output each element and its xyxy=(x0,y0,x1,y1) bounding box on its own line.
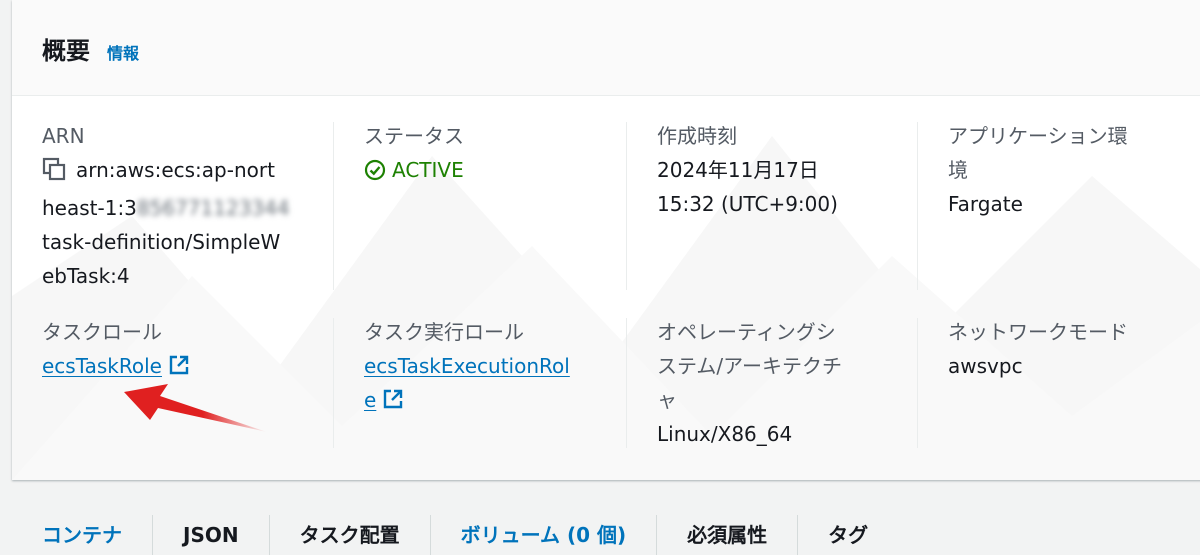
app-environment-label-1: アプリケーション環 xyxy=(948,124,1128,148)
app-environment-label-2: 境 xyxy=(948,158,968,182)
panel-title: 概要 xyxy=(42,37,90,65)
arn-label: ARN xyxy=(42,124,85,148)
task-execution-role-field: タスク実行ロール ecsTaskExecutionRol e xyxy=(364,315,614,420)
created-time-field: 作成時刻 2024年11月17日 15:32 (UTC+9:00) xyxy=(657,119,907,221)
panel-header: 概要 情報 xyxy=(12,0,1200,96)
column-divider xyxy=(333,318,334,448)
status-value: ACTIVE xyxy=(392,158,464,182)
detail-tabs: コンテナ JSON タスク配置 ボリューム (0 個) 必須属性 タグ xyxy=(12,515,1200,555)
os-architecture-label-3: ャ xyxy=(657,388,677,412)
tab-tags[interactable]: タグ xyxy=(798,515,898,555)
copy-icon[interactable] xyxy=(42,157,66,191)
overview-panel: 概要 情報 ARN arn:aws:ecs:ap-nort heast-1:38… xyxy=(12,0,1200,480)
arn-line-2: heast-1:3856771123344 xyxy=(42,191,322,225)
column-divider xyxy=(917,318,918,448)
external-link-icon[interactable] xyxy=(382,386,404,420)
os-architecture-label-1: オペレーティングシ xyxy=(657,320,836,344)
tab-required-attributes[interactable]: 必須属性 xyxy=(657,515,799,555)
tab-task-placement[interactable]: タスク配置 xyxy=(270,515,431,555)
app-environment-field: アプリケーション環 境 Fargate xyxy=(948,119,1188,221)
column-divider xyxy=(917,122,918,290)
tab-containers[interactable]: コンテナ xyxy=(12,515,153,555)
info-link[interactable]: 情報 xyxy=(107,40,139,64)
tab-json[interactable]: JSON xyxy=(153,515,270,555)
status-field: ステータス ACTIVE xyxy=(364,119,614,191)
task-role-link[interactable]: ecsTaskRole xyxy=(42,354,162,378)
app-environment-value: Fargate xyxy=(948,192,1023,216)
task-role-label: タスクロール xyxy=(42,320,162,344)
network-mode-field: ネットワークモード awsvpc xyxy=(948,315,1188,383)
task-execution-role-row-1: ecsTaskExecutionRol xyxy=(364,349,614,383)
annotation-arrow-icon xyxy=(124,384,267,432)
network-mode-value: awsvpc xyxy=(948,354,1023,378)
task-role-field: タスクロール ecsTaskRole xyxy=(42,315,322,386)
arn-account-redacted: 856771123344 xyxy=(136,196,290,220)
status-label: ステータス xyxy=(364,124,464,148)
arn-line-3: task-definition/SimpleW xyxy=(42,230,281,254)
task-execution-role-row-2: e xyxy=(364,383,614,420)
column-divider xyxy=(626,122,627,290)
arn-text-2: heast-1:3 xyxy=(42,196,137,220)
task-execution-role-link-end[interactable]: e xyxy=(364,388,376,412)
arn-line-4: ebTask:4 xyxy=(42,264,130,288)
arn-line-1: arn:aws:ecs:ap-nort xyxy=(42,153,322,191)
os-architecture-field: オペレーティングシ ステム/アーキテクチ ャ Linux/X86_64 xyxy=(657,315,907,451)
tab-volumes[interactable]: ボリューム (0 個) xyxy=(431,515,658,555)
created-time-label: 作成時刻 xyxy=(657,124,737,148)
task-execution-role-link[interactable]: ecsTaskExecutionRol xyxy=(364,354,570,378)
os-architecture-label-2: ステム/アーキテクチ xyxy=(657,354,842,378)
created-time: 15:32 (UTC+9:00) xyxy=(657,192,838,216)
column-divider xyxy=(626,318,627,448)
column-divider xyxy=(333,122,334,290)
arn-field: ARN arn:aws:ecs:ap-nort heast-1:38567711… xyxy=(42,119,322,293)
arn-text-1: arn:aws:ecs:ap-nort xyxy=(76,158,275,182)
created-date: 2024年11月17日 xyxy=(657,158,819,182)
status-badge: ACTIVE xyxy=(364,153,614,191)
os-architecture-value: Linux/X86_64 xyxy=(657,422,793,446)
task-execution-role-label: タスク実行ロール xyxy=(364,320,524,344)
network-mode-label: ネットワークモード xyxy=(948,320,1128,344)
check-circle-icon xyxy=(364,157,386,191)
